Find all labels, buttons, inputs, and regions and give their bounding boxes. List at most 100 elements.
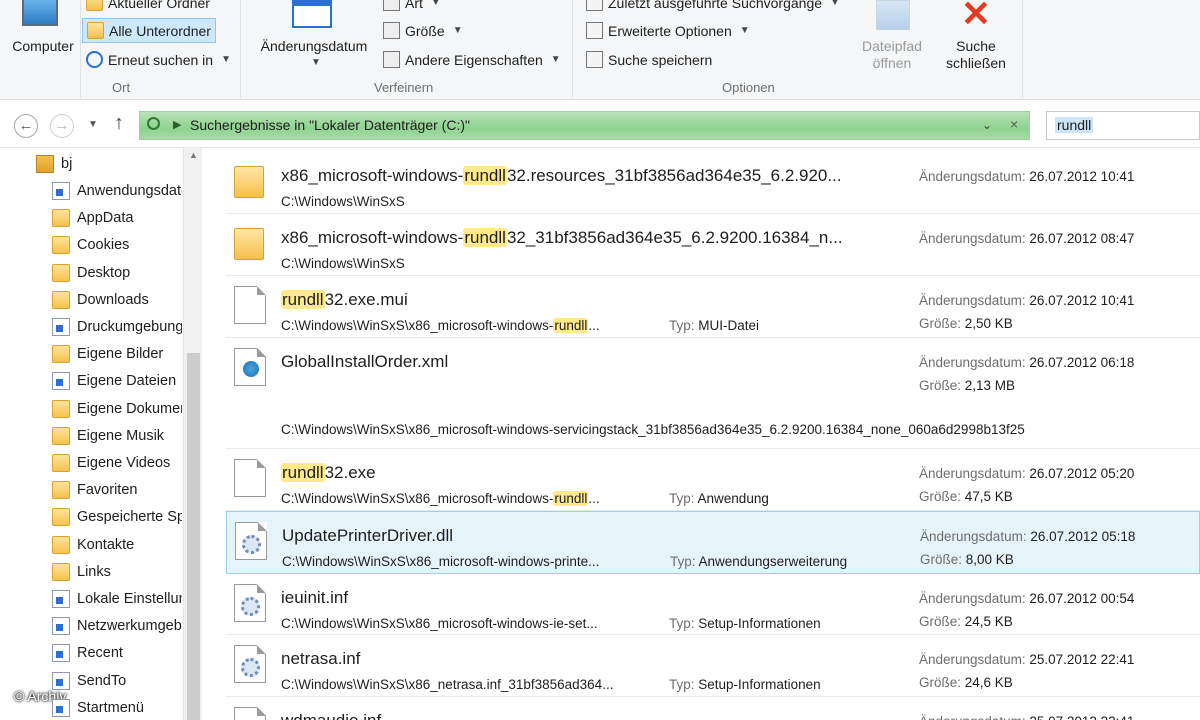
- nav-item[interactable]: Eigene Bilder: [52, 342, 182, 366]
- nav-item[interactable]: SendTo: [52, 669, 182, 693]
- nav-item[interactable]: AppData: [52, 206, 182, 230]
- result-name[interactable]: netrasa.inf: [281, 649, 360, 669]
- nav-item[interactable]: Desktop: [52, 261, 182, 285]
- current-folder-button[interactable]: Aktueller Ordner: [86, 0, 210, 11]
- size-key: Größe:: [919, 675, 962, 690]
- date-key: Änderungsdatum:: [919, 231, 1026, 246]
- nav-scrollbar[interactable]: ▲: [183, 148, 202, 720]
- name-part: x86_microsoft-windows-: [281, 228, 464, 247]
- nav-item-label: Links: [77, 563, 111, 580]
- all-subfolders-button[interactable]: Alle Unterordner: [82, 18, 216, 43]
- nav-item[interactable]: Downloads: [52, 288, 182, 312]
- path-part: ...: [588, 318, 600, 333]
- result-row[interactable]: rundll32.exe C:\Windows\WinSxS\x86_micros…: [226, 449, 1200, 511]
- search-box[interactable]: rundll: [1046, 111, 1200, 140]
- search-input[interactable]: rundll: [1055, 117, 1094, 133]
- date-modified-button[interactable]: Änderungsdatum: [254, 38, 374, 55]
- advanced-options-button[interactable]: Erweiterte Optionen ▼: [586, 22, 750, 39]
- size-key: Größe:: [919, 378, 962, 393]
- date-value: 26.07.2012 06:18: [1029, 355, 1135, 370]
- search-again-icon: [86, 51, 103, 68]
- result-row[interactable]: UpdatePrinterDriver.dll C:\Windows\WinSxS…: [226, 511, 1200, 574]
- computer-button[interactable]: Computer: [8, 38, 78, 55]
- back-button[interactable]: ←: [14, 114, 38, 138]
- result-size: Größe: 2,13 MB: [919, 378, 1015, 393]
- nav-item-label: Kontakte: [77, 536, 135, 553]
- date-key: Änderungsdatum:: [919, 714, 1026, 720]
- nav-item[interactable]: Gespeicherte Spiele: [52, 505, 182, 529]
- other-properties-button[interactable]: Andere Eigenschaften ▼: [383, 51, 561, 68]
- nav-item[interactable]: Startmenü: [52, 696, 182, 720]
- recent-searches-button[interactable]: Zuletzt ausgeführte Suchvorgänge ▼: [586, 0, 840, 11]
- file-icon: [234, 707, 266, 720]
- path-part: C:\Windows\WinSxS\x86_microsoft-windows-: [281, 318, 554, 333]
- result-row[interactable]: GlobalInstallOrder.xml C:\Windows\WinSxS\…: [226, 338, 1200, 449]
- result-name[interactable]: rundll32.exe: [281, 463, 376, 483]
- nav-item[interactable]: Druckumgebung: [52, 315, 182, 339]
- inf-file-icon: [234, 645, 266, 683]
- nav-item[interactable]: Eigene Videos: [52, 451, 182, 475]
- chevron-down-icon: ▼: [550, 54, 561, 65]
- up-button[interactable]: ↑: [114, 112, 124, 135]
- nav-item[interactable]: Lokale Einstellungen: [52, 587, 182, 611]
- size-button[interactable]: Größe ▼: [383, 22, 463, 39]
- date-value: 25.07.2012 22:41: [1029, 714, 1134, 720]
- nav-item[interactable]: Eigene Dokumente: [52, 397, 182, 421]
- date-key: Änderungsdatum:: [919, 466, 1026, 481]
- nav-item-label: Gespeicherte Spiele: [77, 509, 182, 526]
- nav-item[interactable]: Cookies: [52, 233, 182, 257]
- result-row[interactable]: netrasa.inf C:\Windows\WinSxS\x86_netrasa…: [226, 635, 1200, 697]
- nav-item[interactable]: Anwendungsdaten: [52, 179, 182, 203]
- result-row[interactable]: wdmaudio.inf Änderungsdatum: 25.07.2012 2…: [226, 697, 1200, 720]
- nav-item[interactable]: Links: [52, 560, 182, 584]
- computer-icon[interactable]: [22, 0, 58, 26]
- recent-searches-label: Zuletzt ausgeführte Suchvorgänge: [608, 0, 823, 11]
- nav-item[interactable]: Recent: [52, 641, 182, 665]
- result-name[interactable]: x86_microsoft-windows-rundll32_31bf3856a…: [281, 228, 843, 248]
- folder-icon: [234, 228, 264, 260]
- result-name[interactable]: x86_microsoft-windows-rundll32.resources…: [281, 166, 842, 186]
- art-button[interactable]: Art ▼: [383, 0, 441, 11]
- nav-item[interactable]: Favoriten: [52, 478, 182, 502]
- nav-item[interactable]: Kontakte: [52, 533, 182, 557]
- open-file-location-button[interactable]: Dateipfad öffnen: [852, 38, 932, 72]
- result-row[interactable]: ieuinit.inf C:\Windows\WinSxS\x86_microso…: [226, 574, 1200, 635]
- size-value: 2,50 KB: [964, 316, 1013, 331]
- path-part: ...: [588, 491, 600, 506]
- result-name[interactable]: GlobalInstallOrder.xml: [281, 352, 448, 372]
- nav-scroll-thumb[interactable]: [187, 353, 200, 720]
- search-again-button[interactable]: Erneut suchen in ▼: [86, 51, 231, 68]
- nav-root[interactable]: bj: [36, 152, 72, 176]
- recent-locations-dropdown[interactable]: ▼: [88, 119, 98, 130]
- result-date: Änderungsdatum: 26.07.2012 08:47: [919, 231, 1134, 246]
- result-name[interactable]: rundll32.exe.mui: [281, 290, 408, 310]
- breadcrumb[interactable]: Suchergebnisse in "Lokaler Datenträger (…: [190, 117, 470, 133]
- folder-icon: [52, 426, 70, 445]
- forward-arrow-icon: →: [54, 117, 70, 134]
- result-row[interactable]: x86_microsoft-windows-rundll32.resources…: [226, 152, 1200, 214]
- date-key: Änderungsdatum:: [919, 355, 1026, 370]
- save-search-button[interactable]: Suche speichern: [586, 51, 712, 68]
- address-dropdown-icon[interactable]: ⌄: [982, 118, 992, 132]
- result-name[interactable]: UpdatePrinterDriver.dll: [282, 526, 453, 546]
- address-bar[interactable]: ▶ Suchergebnisse in "Lokaler Datenträger…: [139, 111, 1030, 140]
- chevron-down-icon: ▼: [739, 25, 750, 36]
- forward-button[interactable]: →: [50, 114, 74, 138]
- close-search-button[interactable]: Suche schließen: [938, 38, 1014, 72]
- result-name[interactable]: wdmaudio.inf: [281, 711, 381, 720]
- exe-file-icon: [234, 459, 266, 497]
- calendar-icon: [292, 0, 332, 28]
- result-row[interactable]: x86_microsoft-windows-rundll32_31bf3856a…: [226, 214, 1200, 276]
- scroll-up-arrow-icon[interactable]: ▲: [189, 150, 198, 160]
- gear-icon: [241, 658, 260, 677]
- result-name[interactable]: ieuinit.inf: [281, 588, 348, 608]
- nav-item[interactable]: Eigene Musik: [52, 424, 182, 448]
- result-row[interactable]: rundll32.exe.mui C:\Windows\WinSxS\x86_mi…: [226, 276, 1200, 338]
- clear-address-icon[interactable]: ×: [1010, 116, 1018, 132]
- gear-icon: [241, 597, 260, 616]
- other-properties-label: Andere Eigenschaften: [405, 51, 543, 68]
- type-value: MUI-Datei: [698, 318, 760, 333]
- nav-item-label: Recent: [77, 645, 123, 662]
- nav-item[interactable]: Eigene Dateien: [52, 369, 182, 393]
- nav-item[interactable]: Netzwerkumgebung: [52, 614, 182, 638]
